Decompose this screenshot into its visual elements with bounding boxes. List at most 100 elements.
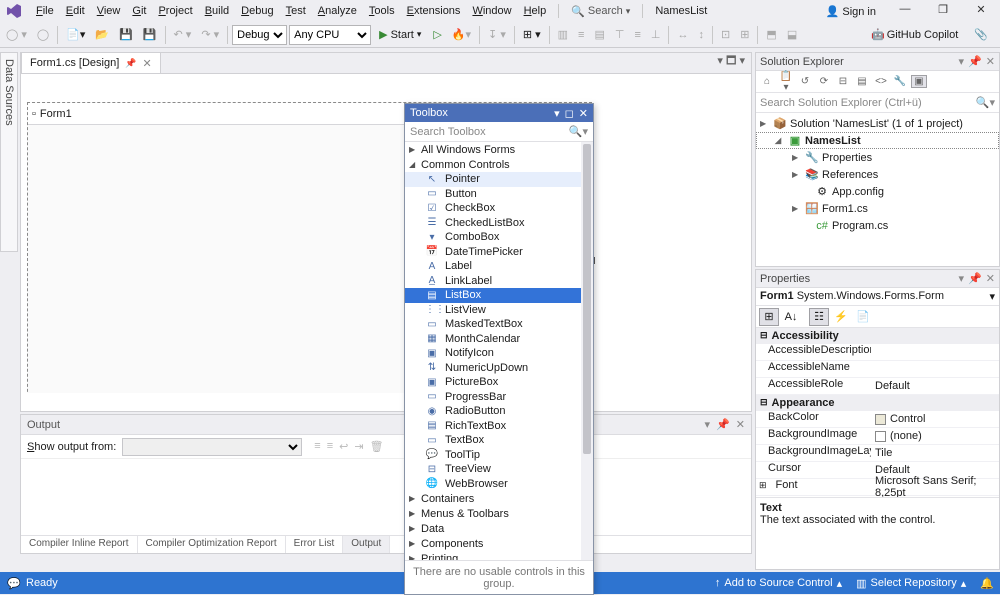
menu-debug[interactable]: Debug [235,2,279,20]
alpha-button[interactable]: A↓ [781,308,801,326]
toolbox-category[interactable]: ◢Common Controls [405,157,593,172]
step-button[interactable]: ↧ ▾ [484,25,510,44]
preview-icon[interactable]: ▣ [911,75,927,88]
menu-test[interactable]: Test [280,2,312,20]
wrench-icon[interactable]: 🔧 [892,76,908,87]
dropdown-icon[interactable]: ▾ [554,107,560,120]
property-row[interactable]: BackColorControl [756,411,999,428]
property-pages-button[interactable]: 📄 [853,308,873,326]
open-button[interactable]: 📂 [91,25,113,44]
menu-help[interactable]: Help [518,2,553,20]
notifications-button[interactable]: 🔔 [980,577,994,590]
add-source-control-button[interactable]: ↑ Add to Source Control ▴ [715,577,842,590]
align-left-button[interactable]: ▥ [554,25,572,44]
collapse-icon[interactable]: ⊟ [835,76,851,87]
toolbox-item-textbox[interactable]: ▭TextBox [405,433,593,448]
toolbox-item-numericupdown[interactable]: ⇅NumericUpDown [405,361,593,376]
property-row[interactable]: BackgroundImageLayoutTile [756,445,999,462]
solution-search-placeholder[interactable]: Search Solution Explorer (Ctrl+ü) [760,97,922,109]
toolbox-item-combobox[interactable]: ▾ComboBox [405,230,593,245]
property-row[interactable]: ⊞FontMicrosoft Sans Serif; 8,25pt [756,479,999,496]
sign-in-button[interactable]: 👤 Sign in [820,2,882,21]
pending-icon[interactable]: ↺ [797,76,813,87]
solution-context[interactable]: NamesList [649,2,713,20]
platform-select[interactable]: Any CPU [289,25,371,45]
output-tab[interactable]: Compiler Inline Report [21,536,138,553]
categorized-button[interactable]: ⊞ [759,308,779,326]
align-top-button[interactable]: ⊤ [611,25,629,44]
toolbox-item-listbox[interactable]: ▤ListBox [405,288,593,303]
property-row[interactable]: AccessibleDescription [756,344,999,361]
menu-edit[interactable]: Edit [60,2,91,20]
property-row[interactable]: AccessibleName [756,361,999,378]
toolbox-category[interactable]: ▶Menus & Toolbars [405,506,593,521]
new-project-button[interactable]: 📄▾ [62,25,89,44]
save-button[interactable]: 💾 [115,25,137,44]
toolbox-category[interactable]: ▶Printing [405,551,593,560]
close-icon[interactable]: ✕ [986,272,995,285]
output-source-select[interactable] [122,438,302,456]
align-right-button[interactable]: ▤ [590,25,608,44]
dropdown-icon[interactable]: ▾ [959,55,965,68]
property-category[interactable]: ⊟Appearance [756,395,999,411]
quick-search[interactable]: 🔍 Search ▾ [565,2,636,21]
pin-icon[interactable]: 📌 [968,55,982,68]
toolbox-item-button[interactable]: ▭Button [405,187,593,202]
configuration-select[interactable]: Debug [232,25,287,45]
search-icon[interactable]: 🔍▾ [569,125,588,138]
toolbox-search[interactable]: Search Toolbox [410,126,486,138]
wrap-icon[interactable]: ↩ [339,440,348,453]
show-all-icon[interactable]: ▤ [854,76,870,87]
tree-node[interactable]: References [822,169,878,181]
home-icon[interactable]: ⌂ [759,76,775,87]
tabwell-toolbar[interactable]: ▾ 🗖 ▾ [711,50,751,73]
toolbox-item-pointer[interactable]: ↖Pointer [405,172,593,187]
toolbox-item-notifyicon[interactable]: ▣NotifyIcon [405,346,593,361]
properties-icon[interactable]: <> [873,76,889,87]
data-sources-tool-tab[interactable]: Data Sources [0,52,18,252]
toolbox-item-richtextbox[interactable]: ▤RichTextBox [405,419,593,434]
menu-git[interactable]: Git [126,2,152,20]
hspace-button[interactable]: ↔ [673,26,692,44]
toggle-icon[interactable]: ≡ [327,440,333,453]
menu-build[interactable]: Build [199,2,235,20]
toolbox-list[interactable]: ▶All Windows Forms◢Common Controls↖Point… [405,142,593,560]
center-button[interactable]: ⊞ [736,25,753,44]
toolbox-item-maskedtextbox[interactable]: ▭MaskedTextBox [405,317,593,332]
tree-node[interactable]: App.config [832,186,884,198]
start-debug-button[interactable]: ▶Start ▾ [373,26,427,43]
toolbox-item-label[interactable]: ALabel [405,259,593,274]
hot-reload-button[interactable]: 🔥▾ [448,25,475,44]
menu-project[interactable]: Project [152,2,198,20]
selected-object[interactable]: Form1 Form1 System.Windows.Forms.FormSys… [756,288,999,306]
designer-surface[interactable]: ▫ Form1 [21,74,751,393]
toolbox-item-checkedlistbox[interactable]: ☰CheckedListBox [405,216,593,231]
bring-front-button[interactable]: ⬒ [762,25,780,44]
clear-all-icon[interactable]: 🗑 [370,440,384,453]
output-tab[interactable]: Compiler Optimization Report [138,536,286,553]
window-close-button[interactable]: ✕ [966,3,996,19]
align-mid-button[interactable]: ≡ [630,26,644,44]
undo-button[interactable]: ↶ ▾ [170,25,196,44]
toolbox-item-webbrowser[interactable]: 🌐WebBrowser [405,477,593,492]
search-icon[interactable]: 🔍▾ [976,96,995,109]
property-row[interactable]: AccessibleRoleDefault [756,378,999,395]
menu-analyze[interactable]: Analyze [312,2,363,20]
size-button[interactable]: ⊡ [717,25,734,44]
close-icon[interactable]: ✕ [579,107,588,120]
tree-node[interactable]: Properties [822,152,872,164]
redo-button[interactable]: ↷ ▾ [197,25,223,44]
menu-window[interactable]: Window [466,2,517,20]
property-grid[interactable]: ⊟AccessibilityAccessibleDescriptionAcces… [756,328,999,498]
toolbox-item-progressbar[interactable]: ▭ProgressBar [405,390,593,405]
align-bottom-button[interactable]: ⊥ [647,25,665,44]
scrollbar[interactable] [581,142,593,560]
menu-tools[interactable]: Tools [363,2,401,20]
toolbox-titlebar[interactable]: Toolbox ▾◻✕ [405,104,593,122]
toolbox-category[interactable]: ▶Data [405,521,593,536]
tree-node[interactable]: Program.cs [832,220,888,232]
goto-icon[interactable]: ⇥ [354,440,363,453]
select-repo-button[interactable]: ▥ Select Repository ▴ [856,577,966,590]
window-minimize-button[interactable]: — [890,3,920,19]
save-all-button[interactable]: 💾 [139,25,161,44]
